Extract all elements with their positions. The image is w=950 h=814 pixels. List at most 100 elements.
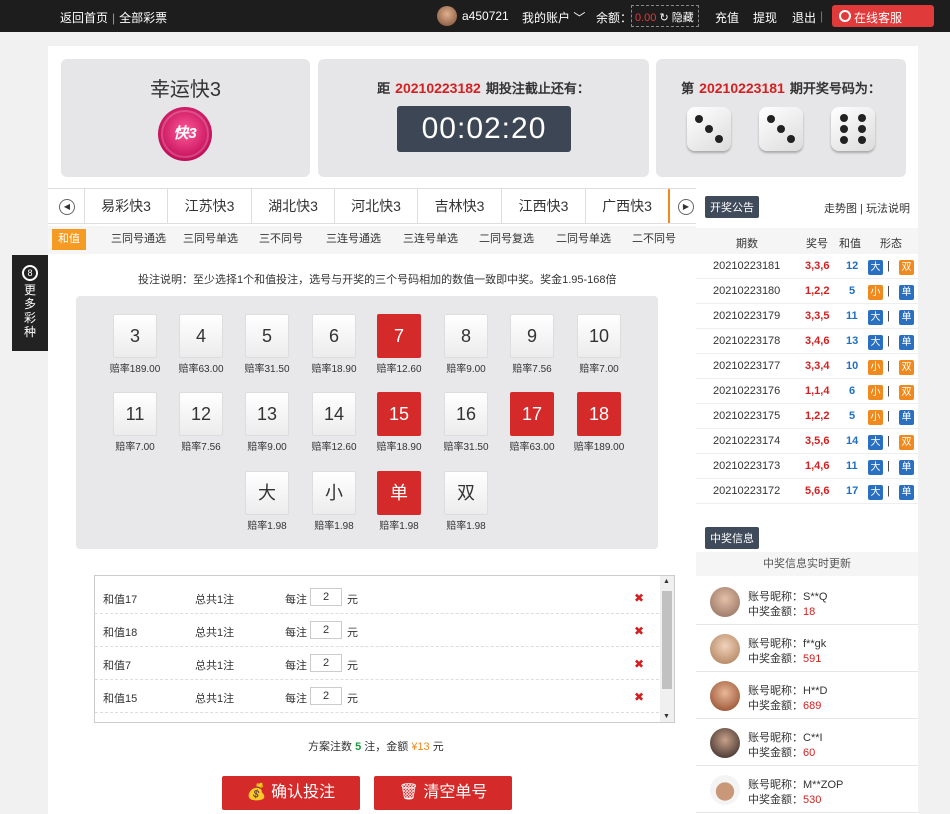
bet-amount-input[interactable]: 2 [310,588,342,606]
bet-unit: 元 [347,693,358,705]
number-ball[interactable]: 4 [179,314,223,358]
summary-amount: ¥13 [411,741,430,753]
money-bag-icon: 💰 [246,784,267,801]
trend-chart-link[interactable]: 走势图 [824,203,857,215]
tab-game[interactable]: 易彩快3 [84,189,168,223]
number-ball[interactable]: 8 [444,314,488,358]
tab-play[interactable]: 三同号通选 [105,229,172,250]
prev-arrow-icon[interactable]: ◀ [59,199,75,215]
amount-label: 中奖金额： [748,794,803,806]
divider: | [887,385,890,397]
tab-game[interactable]: 江苏快3 [168,189,252,223]
size-ball[interactable]: 小 [312,471,356,515]
number-ball[interactable]: 13 [245,392,289,436]
amount-label: 中奖金额： [748,747,803,759]
number-ball[interactable]: 6 [312,314,356,358]
tab-game[interactable]: 广西快3 [586,189,670,223]
tab-play[interactable]: 三同号单选 [177,229,244,250]
user-avatar[interactable] [437,6,457,26]
nick-value: C**I [803,732,823,744]
play-tabs: 和值 三同号通选 三同号单选 三不同号 三连号通选 三连号单选 二同号复选 二同… [48,226,698,254]
parity-ball[interactable]: 双 [444,471,488,515]
username[interactable]: a450721 [462,9,509,23]
list-item: 和值15 总共1注 每注 2 元 ✖ [95,680,659,713]
number-ball[interactable]: 3 [113,314,157,358]
number-ball[interactable]: 7 [377,314,421,358]
scroll-down-icon[interactable]: ▼ [663,713,670,720]
tab-play[interactable]: 三不同号 [253,229,309,250]
divider: | [887,485,890,497]
winner-nick: 账号昵称：S**Q [748,588,827,604]
bet-amount-input[interactable]: 2 [310,621,342,639]
recharge-link[interactable]: 充值 [715,9,739,26]
draw-period: 20210223178 [713,335,781,347]
dice-icon [831,107,875,151]
winners-tab[interactable]: 中奖信息 [705,527,759,549]
refresh-icon[interactable]: ↻ [659,12,668,24]
delete-icon[interactable]: ✖ [634,690,644,704]
tab-game[interactable]: 河北快3 [335,189,418,223]
bet-amount-input[interactable]: 2 [310,654,342,672]
tab-game[interactable]: 吉林快3 [418,189,502,223]
trash-icon: 🗑 [398,784,419,801]
my-account-menu[interactable]: 我的账户 ﹀ [522,9,585,26]
logout-link[interactable]: 退出 [792,9,816,26]
divider: | [887,260,890,272]
confirm-bet-label: 确认投注 [271,784,336,801]
odds-label: 赔率1.98 [379,521,419,532]
size-ball[interactable]: 大 [245,471,289,515]
parity-badge: 双 [899,360,914,375]
more-games-sidebar[interactable]: 8 更多彩种 [12,255,48,351]
number-ball[interactable]: 5 [245,314,289,358]
tab-play[interactable]: 二不同号 [626,229,682,250]
number-ball[interactable]: 9 [510,314,554,358]
number-ball[interactable]: 16 [444,392,488,436]
confirm-bet-button[interactable]: 💰 确认投注 [222,776,360,810]
divider: | [820,9,824,23]
scrollbar-thumb[interactable] [662,591,672,689]
next-arrow-icon[interactable]: ▶ [678,199,694,215]
dice-icon [759,107,803,151]
number-ball[interactable]: 18 [577,392,621,436]
how-to-play-link[interactable]: 玩法说明 [866,203,910,215]
draw-notice-tab[interactable]: 开奖公告 [705,196,759,218]
draw-numbers: 1,1,4 [805,385,830,397]
online-service-button[interactable]: 在线客服 [832,5,934,27]
withdraw-link[interactable]: 提现 [753,9,777,26]
bet-per-label: 每注 [285,594,307,606]
bet-amount-input[interactable]: 2 [310,687,342,705]
tab-play[interactable]: 二同号复选 [473,229,540,250]
divider: | [887,410,890,422]
tab-play[interactable]: 二同号单选 [550,229,617,250]
number-ball[interactable]: 14 [312,392,356,436]
delete-icon[interactable]: ✖ [634,657,644,671]
number-picker: 3 赔率189.00 4 赔率63.00 5 赔率31.50 6 赔率18.90… [76,296,658,549]
number-ball[interactable]: 15 [377,392,421,436]
delete-icon[interactable]: ✖ [634,624,644,638]
hide-balance-button[interactable]: 隐藏 [672,12,694,24]
tab-game[interactable]: 湖北快3 [252,189,335,223]
clear-bets-button[interactable]: 🗑 清空单号 [374,776,512,810]
tab-play[interactable]: 三连号单选 [397,229,464,250]
all-lottery-link[interactable]: 全部彩票 [119,11,167,25]
list-item: 和值18 总共1注 每注 2 元 ✖ [95,614,659,647]
number-ball[interactable]: 12 [179,392,223,436]
summary-mid: 注，金额 [364,741,409,753]
tab-game[interactable]: 江西快3 [502,189,586,223]
scroll-up-icon[interactable]: ▲ [663,578,670,585]
scrollbar[interactable]: ▲ ▼ [660,576,674,722]
number-ball[interactable]: 17 [510,392,554,436]
home-link[interactable]: 返回首页 [60,11,108,25]
number-ball[interactable]: 10 [577,314,621,358]
delete-icon[interactable]: ✖ [634,591,644,605]
odds-label: 赔率31.50 [244,364,290,375]
tab-play[interactable]: 和值 [52,229,86,250]
number-ball[interactable]: 11 [113,392,157,436]
current-period: 20210223182 [395,80,481,96]
tab-play[interactable]: 三连号通选 [320,229,387,250]
parity-ball[interactable]: 单 [377,471,421,515]
game-info-card: 幸运快3 快3 [61,59,310,177]
list-item: 和值7 总共1注 每注 2 元 ✖ [95,647,659,680]
bet-count: 总共1注 [195,627,235,639]
odds-label: 赔率9.00 [247,442,287,453]
